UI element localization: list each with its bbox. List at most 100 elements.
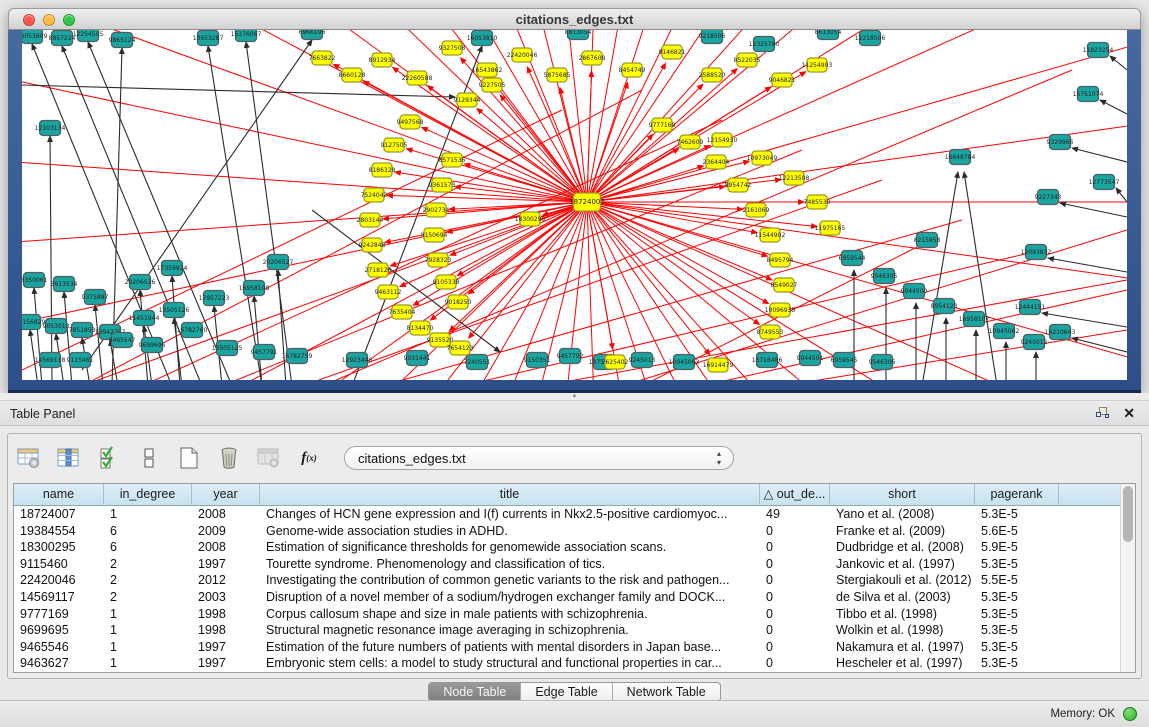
table-cell[interactable]: 1 xyxy=(104,655,192,672)
graph-node[interactable]: 17359924 xyxy=(157,261,188,276)
graph-node[interactable]: 8954742 xyxy=(725,178,752,192)
table-cell[interactable]: 5.9E-5 xyxy=(975,539,1059,556)
table-cell[interactable]: de Silva et al. (2003) xyxy=(830,589,975,606)
table-cell[interactable]: 1997 xyxy=(192,655,260,672)
graph-node[interactable]: 12923446 xyxy=(342,353,373,368)
graph-node[interactable]: 14569118 xyxy=(35,353,66,368)
black-edge[interactable] xyxy=(140,290,148,380)
table-cell[interactable]: 22420046 xyxy=(14,572,104,589)
table-cell[interactable]: 5.3E-5 xyxy=(975,655,1059,672)
table-cell[interactable]: 1 xyxy=(104,506,192,523)
red-edge[interactable] xyxy=(587,202,1127,380)
graph-node[interactable]: 10945063 xyxy=(669,355,700,370)
table-cell[interactable]: 1 xyxy=(104,622,192,639)
graph-node[interactable]: 8350061 xyxy=(22,273,48,288)
graph-node[interactable]: 5875685 xyxy=(544,68,571,82)
graph-node[interactable]: 13716486 xyxy=(752,353,783,368)
graph-node[interactable]: 11544902 xyxy=(755,228,786,242)
graph-node[interactable]: 10973049 xyxy=(747,151,778,165)
black-edge[interactable] xyxy=(1048,258,1127,272)
table-cell[interactable]: 5.3E-5 xyxy=(975,622,1059,639)
graph-node[interactable]: 7462609 xyxy=(677,135,704,149)
graph-node[interactable]: 9227505 xyxy=(479,78,506,92)
tab-node-table[interactable]: Node Table xyxy=(429,683,521,701)
table-cell[interactable]: 1998 xyxy=(192,622,260,639)
graph-node[interactable]: 9463112 xyxy=(375,285,402,299)
table-cell[interactable]: 5.5E-5 xyxy=(975,572,1059,589)
table-cell[interactable]: Structural magnetic resonance image aver… xyxy=(260,622,760,639)
graph-node[interactable]: 17957223 xyxy=(199,291,230,306)
table-cell[interactable]: 0 xyxy=(760,639,830,656)
red-edge[interactable] xyxy=(587,202,1127,380)
graph-node[interactable]: 8105338 xyxy=(433,275,460,289)
table-cell[interactable]: Tourette syndrome. Phenomenology and cla… xyxy=(260,556,760,573)
table-cell[interactable]: 5.3E-5 xyxy=(975,639,1059,656)
table-cell[interactable]: 0 xyxy=(760,572,830,589)
table-cell[interactable]: 5.6E-5 xyxy=(975,523,1059,540)
graph-node[interactable]: 20206526 xyxy=(125,275,156,290)
graph-node[interactable]: 9053013 xyxy=(43,319,70,334)
graph-node[interactable]: 18724007 xyxy=(569,193,605,211)
red-citation-edge[interactable] xyxy=(587,179,781,202)
graph-node[interactable]: 2161069 xyxy=(743,203,770,217)
table-cell[interactable]: 0 xyxy=(760,523,830,540)
graph-node[interactable]: 9150694 xyxy=(421,228,448,242)
graph-node[interactable]: 12254505 xyxy=(73,30,104,42)
red-citation-edge[interactable] xyxy=(477,108,587,202)
graph-node[interactable]: 9150351 xyxy=(524,353,551,368)
table-cell[interactable]: Jankovic et al. (1997) xyxy=(830,556,975,573)
graph-node[interactable]: 9031441 xyxy=(404,351,431,366)
citation-network-graph[interactable]: 1605380988572241225450598651241065328715… xyxy=(22,30,1127,380)
table-cell[interactable]: 5.3E-5 xyxy=(975,556,1059,573)
red-edge[interactable] xyxy=(587,202,1127,380)
table-cell[interactable]: Wolkin et al. (1998) xyxy=(830,622,975,639)
table-cell[interactable]: 9465546 xyxy=(14,639,104,656)
graph-node[interactable]: 6959544 xyxy=(839,251,866,266)
table-row[interactable]: 969969511998Structural magnetic resonanc… xyxy=(14,622,1120,639)
graph-node[interactable]: 16782760 xyxy=(177,323,208,338)
graph-node[interactable]: 9129344 xyxy=(454,93,481,107)
black-edge[interactable] xyxy=(50,136,52,380)
new-table-icon[interactable] xyxy=(176,445,202,471)
tab-edge-table[interactable]: Edge Table xyxy=(521,683,612,701)
graph-node[interactable]: 2803144 xyxy=(357,213,384,227)
table-cell[interactable]: 2 xyxy=(104,556,192,573)
table-cell[interactable]: 9699695 xyxy=(14,622,104,639)
graph-node[interactable]: 12218506 xyxy=(855,31,886,46)
graph-node[interactable]: 9361573 xyxy=(429,178,456,192)
black-edge[interactable] xyxy=(1072,148,1127,162)
table-row[interactable]: 1938455462009Genome-wide association stu… xyxy=(14,523,1120,540)
table-column-icon[interactable] xyxy=(56,445,82,471)
table-cell[interactable]: Tibbo et al. (1998) xyxy=(830,606,975,623)
graph-node[interactable]: 11975165 xyxy=(815,221,846,235)
graph-node[interactable]: 16543862 xyxy=(472,63,503,77)
tab-network-table[interactable]: Network Table xyxy=(613,683,720,701)
graph-node[interactable]: 11254903 xyxy=(802,58,833,72)
table-cell[interactable]: Franke et al. (2009) xyxy=(830,523,975,540)
table-cell[interactable]: 1 xyxy=(104,639,192,656)
clear-selection-icon[interactable] xyxy=(136,445,162,471)
graph-node[interactable]: 9018250 xyxy=(445,295,472,309)
graph-node[interactable]: 12444151 xyxy=(1015,300,1046,315)
graph-node[interactable]: 8613054 xyxy=(815,30,842,40)
graph-node[interactable]: 8857224 xyxy=(49,31,76,46)
table-row[interactable]: 946554611997Estimation of the future num… xyxy=(14,639,1120,656)
red-edge[interactable] xyxy=(587,202,1127,380)
graph-node[interactable]: 16648784 xyxy=(945,150,976,165)
panel-splitter[interactable]: ▲ xyxy=(0,393,1149,400)
graph-node[interactable]: 16782759 xyxy=(282,349,313,364)
graph-node[interactable]: 12103134 xyxy=(35,121,66,136)
graph-node[interactable]: 8954123 xyxy=(931,299,958,314)
graph-node[interactable]: 8912934 xyxy=(369,53,396,67)
memory-ok-indicator-icon[interactable] xyxy=(1123,707,1137,721)
red-citation-edge[interactable] xyxy=(587,202,769,304)
red-citation-edge[interactable] xyxy=(587,202,613,349)
black-edge[interactable] xyxy=(1072,338,1127,352)
table-cell[interactable]: 0 xyxy=(760,622,830,639)
table-cell[interactable]: 1997 xyxy=(192,639,260,656)
red-edge[interactable] xyxy=(22,30,587,202)
graph-node[interactable]: 16210643 xyxy=(1045,325,1076,340)
graph-node[interactable]: 9046821 xyxy=(769,73,796,87)
graph-node[interactable]: 16958108 xyxy=(239,281,270,296)
table-row[interactable]: 946362711997Embryonic stem cells: a mode… xyxy=(14,655,1120,672)
